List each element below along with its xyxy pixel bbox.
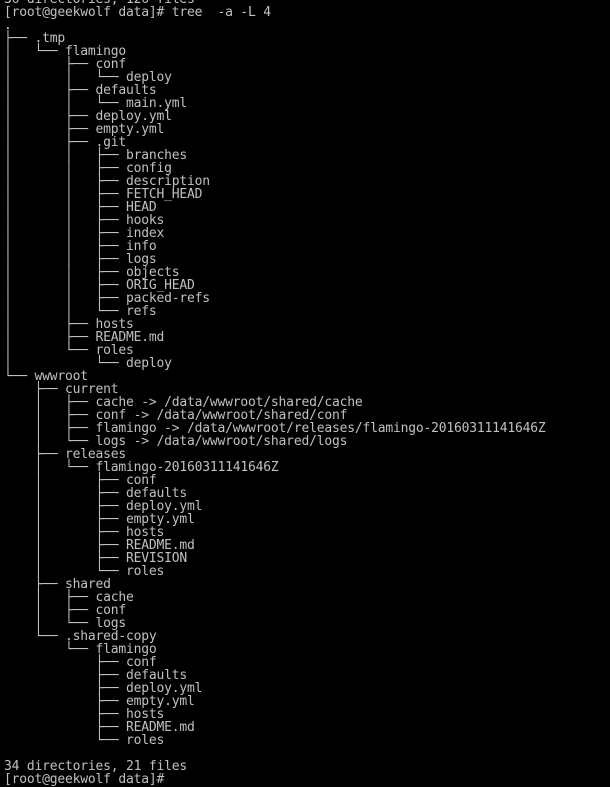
terminal-line: . xyxy=(4,18,12,33)
terminal-output[interactable]: 36 directories, 126 files[root@geekwolf … xyxy=(4,0,546,786)
terminal-line: [root@geekwolf data]# tree -a -L 4 xyxy=(4,5,271,20)
terminal-line: └── roles xyxy=(4,733,165,748)
terminal-line: [root@geekwolf data]# xyxy=(4,772,172,787)
